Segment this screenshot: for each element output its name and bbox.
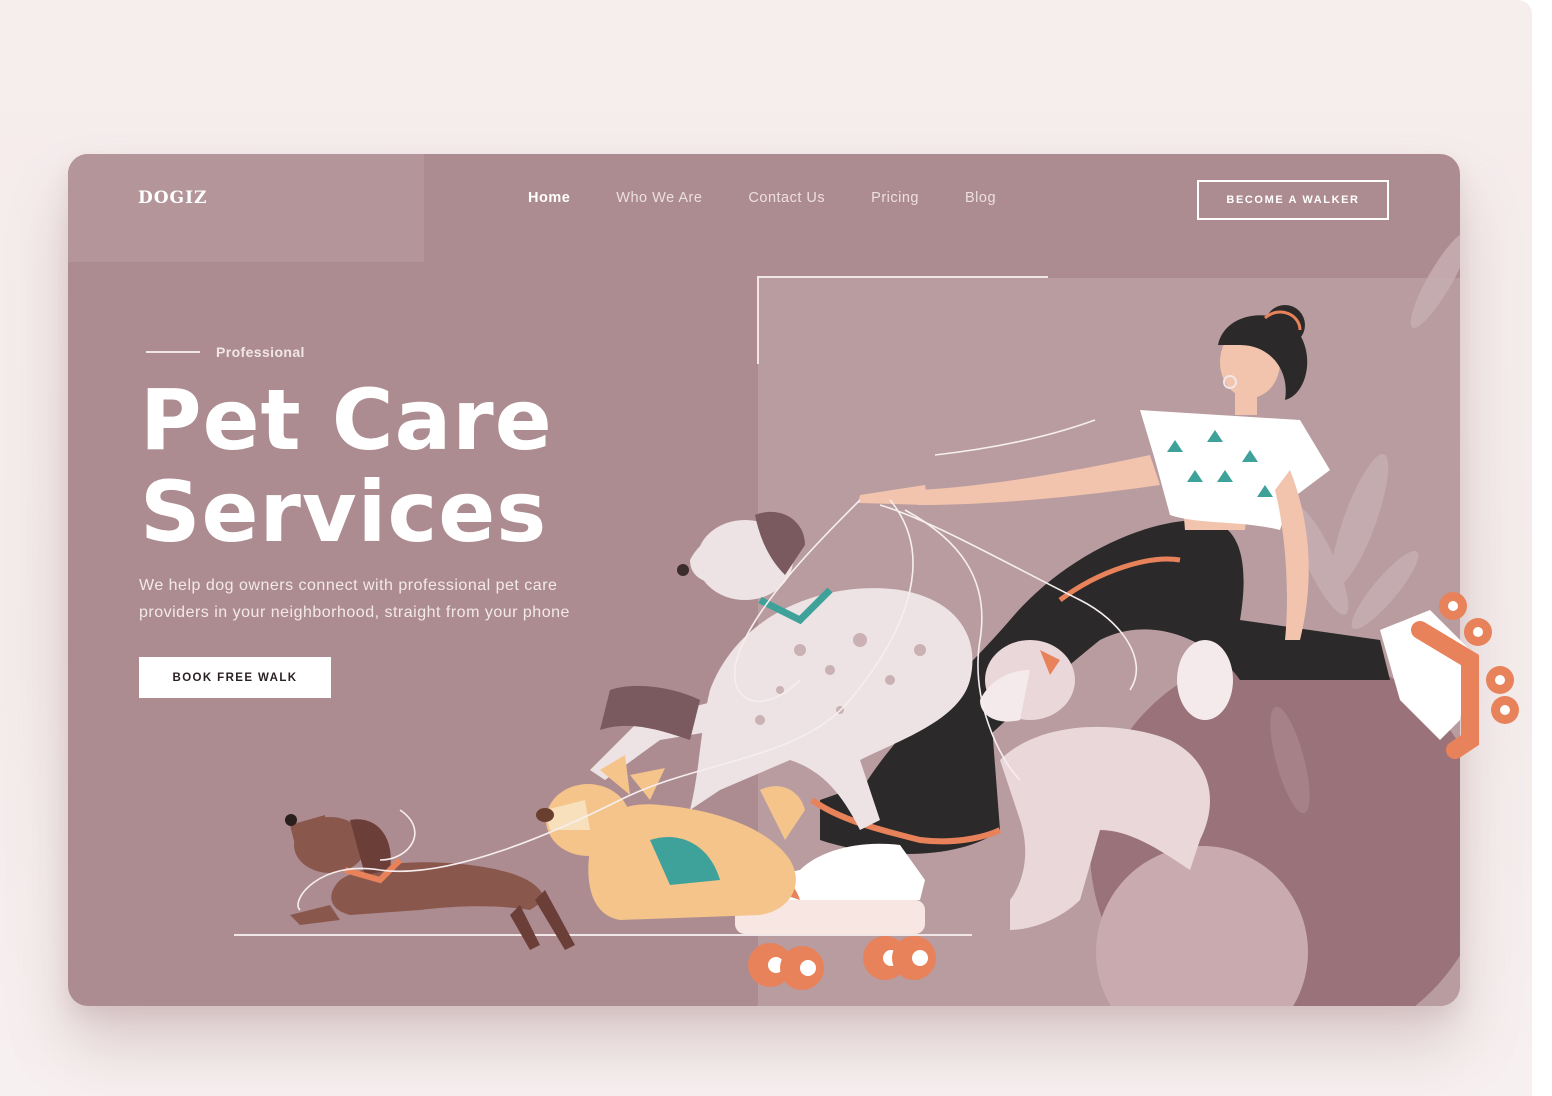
hero-title-line-2: Services: [140, 463, 548, 561]
hero-title-line-1: Pet Care: [140, 371, 553, 469]
hero-description-line-2: providers in your neighborhood, straight…: [139, 604, 570, 621]
hero-eyebrow: Professional: [146, 344, 305, 360]
book-free-walk-button[interactable]: BOOK FREE WALK: [139, 657, 331, 698]
hero-card: DOGIZ Home Who We Are Contact Us Pricing…: [68, 154, 1460, 1006]
decorative-frame-line: [758, 276, 1048, 278]
decorative-frame-line: [757, 276, 759, 364]
nav-item-blog[interactable]: Blog: [965, 190, 996, 206]
become-walker-button[interactable]: BECOME A WALKER: [1197, 180, 1389, 220]
nav-item-contact-us[interactable]: Contact Us: [748, 190, 825, 206]
eyebrow-label: Professional: [216, 344, 305, 360]
nav-item-who-we-are[interactable]: Who We Are: [616, 190, 702, 206]
hero-description-line-1: We help dog owners connect with professi…: [139, 577, 558, 594]
brand-logo[interactable]: DOGIZ: [138, 188, 207, 208]
illustration-panel: [758, 278, 1460, 1006]
hero-description: We help dog owners connect with professi…: [139, 572, 609, 626]
hero-title: Pet Care Services: [140, 374, 740, 558]
nav-item-home[interactable]: Home: [528, 190, 570, 206]
eyebrow-divider: [146, 351, 200, 353]
nav-item-pricing[interactable]: Pricing: [871, 190, 919, 206]
header-shade-block: [68, 154, 424, 262]
main-nav: Home Who We Are Contact Us Pricing Blog: [528, 190, 1042, 206]
